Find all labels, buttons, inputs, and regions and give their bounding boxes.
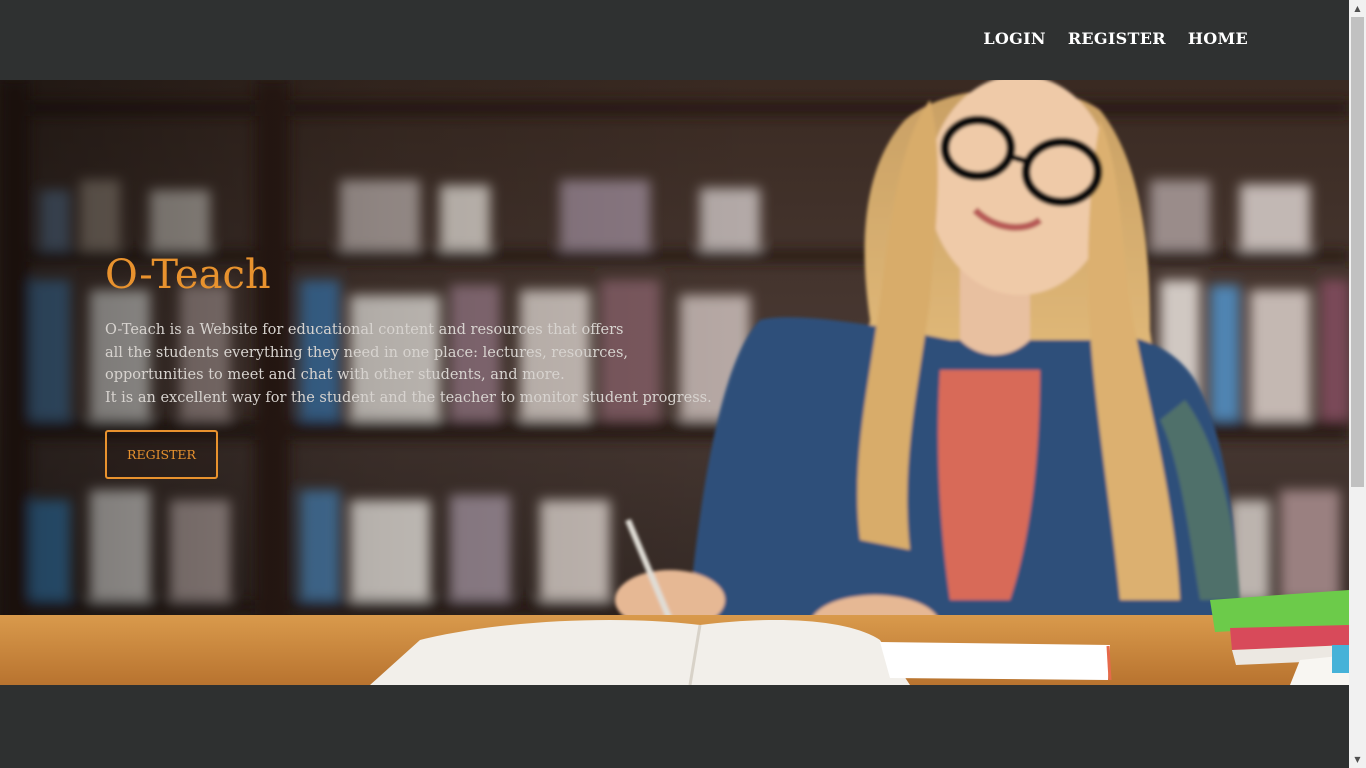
hero-description-line: all the students everything they need in… [105, 344, 629, 361]
hero-description-line: opportunities to meet and chat with othe… [105, 367, 565, 383]
navbar: LOGIN REGISTER HOME [0, 0, 1349, 80]
hero-content: O-Teach O-Teach is a Website for educati… [105, 252, 712, 479]
hero-description-line: O-Teach is a Website for educational con… [105, 322, 624, 338]
hero-section: O-Teach O-Teach is a Website for educati… [0, 80, 1349, 685]
page: LOGIN REGISTER HOME O-Teach O-Teach is a… [0, 0, 1349, 768]
hero-description-line: It is an excellent way for the student a… [105, 389, 712, 406]
nav-links: LOGIN REGISTER HOME [983, 29, 1248, 48]
chevron-up-icon[interactable]: ▲ [1349, 0, 1366, 17]
nav-register-link[interactable]: REGISTER [1068, 29, 1166, 48]
nav-home-link[interactable]: HOME [1188, 29, 1248, 48]
vertical-scrollbar[interactable]: ▲ ▼ [1349, 0, 1366, 768]
scrollbar-thumb[interactable] [1351, 17, 1364, 487]
lower-section [0, 685, 1349, 768]
hero-description: O-Teach is a Website for educational con… [105, 319, 712, 409]
nav-login-link[interactable]: LOGIN [983, 29, 1045, 48]
hero-register-button[interactable]: REGISTER [105, 430, 218, 479]
chevron-down-icon[interactable]: ▼ [1349, 751, 1366, 768]
hero-title: O-Teach [105, 252, 271, 298]
